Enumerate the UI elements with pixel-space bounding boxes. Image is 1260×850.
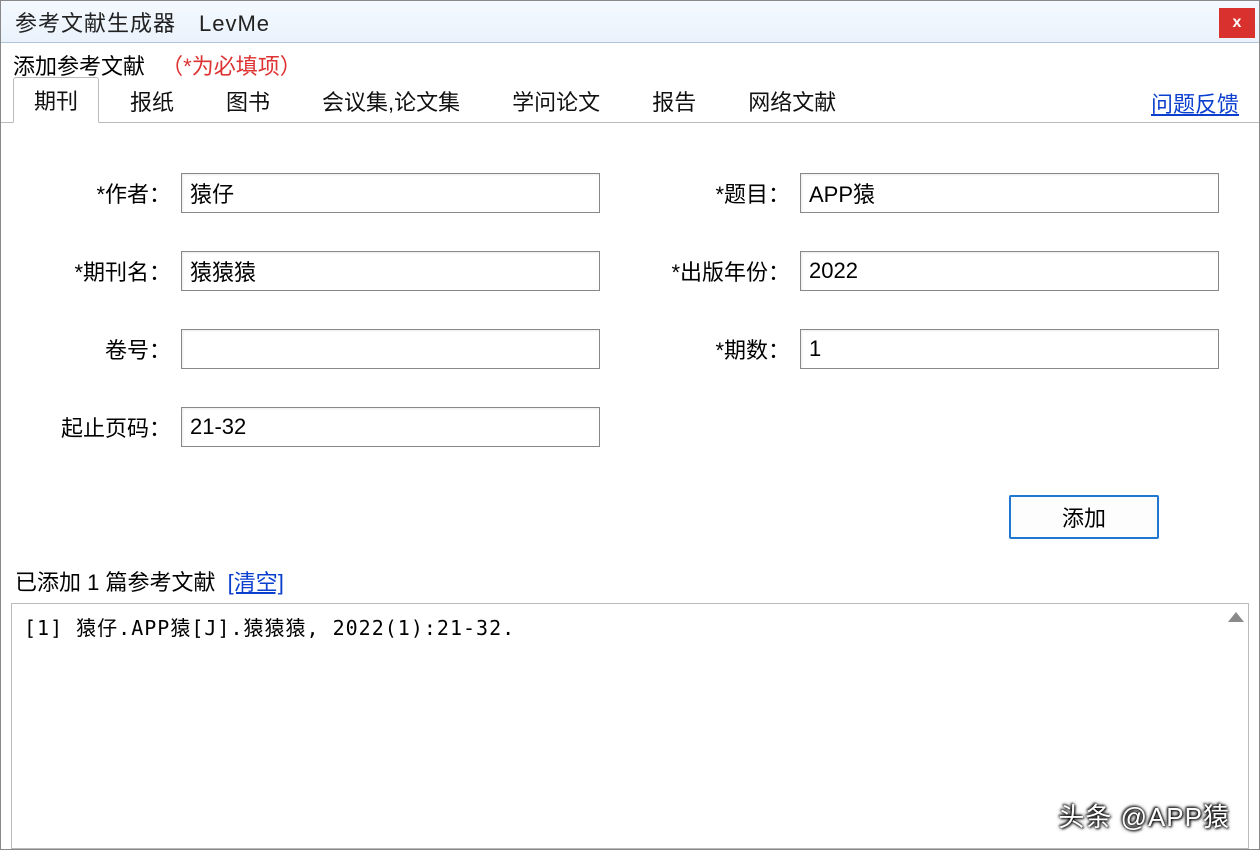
section-title: 添加参考文献 bbox=[13, 54, 145, 79]
clear-link[interactable]: [清空] bbox=[228, 570, 284, 595]
output-area[interactable]: [1] 猿仔.APP猿[J].猿猿猿, 2022(1):21-32. 头条 @A… bbox=[11, 603, 1249, 849]
journal-input[interactable] bbox=[181, 251, 600, 291]
tab-book[interactable]: 图书 bbox=[205, 78, 291, 123]
add-row: 添加 bbox=[41, 495, 1219, 539]
app-window: 参考文献生成器 LevMe x 添加参考文献 （*为必填项） 期刊 报纸 图书 … bbox=[0, 0, 1260, 850]
tab-web[interactable]: 网络文献 bbox=[727, 78, 857, 123]
pages-input[interactable] bbox=[181, 407, 600, 447]
field-year: *出版年份： bbox=[660, 251, 1219, 291]
tab-proceedings[interactable]: 会议集,论文集 bbox=[301, 78, 481, 123]
tabs: 期刊 报纸 图书 会议集,论文集 学问论文 报告 网络文献 问题反馈 bbox=[1, 83, 1259, 123]
field-author: *作者： bbox=[41, 173, 600, 213]
window-title: 参考文献生成器 LevMe bbox=[15, 6, 270, 38]
added-count: 1 bbox=[87, 570, 99, 595]
field-pages: 起止页码： bbox=[41, 407, 600, 447]
author-label: *作者： bbox=[41, 177, 171, 209]
field-volume: 卷号： bbox=[41, 329, 600, 369]
issue-label: *期数： bbox=[660, 333, 790, 365]
watermark: 头条 @APP猿 bbox=[1058, 797, 1230, 834]
author-input[interactable] bbox=[181, 173, 600, 213]
titlebar: 参考文献生成器 LevMe x bbox=[1, 1, 1259, 43]
volume-label: 卷号： bbox=[41, 333, 171, 365]
journal-label: *期刊名： bbox=[41, 255, 171, 287]
output-text: [1] 猿仔.APP猿[J].猿猿猿, 2022(1):21-32. bbox=[12, 604, 1248, 649]
tab-newspaper[interactable]: 报纸 bbox=[109, 78, 195, 123]
added-suffix: 篇参考文献 bbox=[106, 570, 216, 595]
tab-journal[interactable]: 期刊 bbox=[13, 77, 99, 123]
pages-label: 起止页码： bbox=[41, 411, 171, 443]
added-prefix: 已添加 bbox=[15, 570, 81, 595]
tab-thesis[interactable]: 学问论文 bbox=[491, 78, 621, 123]
close-button[interactable]: x bbox=[1219, 8, 1255, 38]
issue-input[interactable] bbox=[800, 329, 1219, 369]
volume-input[interactable] bbox=[181, 329, 600, 369]
field-issue: *期数： bbox=[660, 329, 1219, 369]
added-summary: 已添加 1 篇参考文献 [清空] bbox=[1, 559, 1259, 601]
close-icon: x bbox=[1233, 14, 1242, 32]
title-label: *题目： bbox=[660, 177, 790, 209]
scroll-up-icon[interactable] bbox=[1228, 612, 1244, 622]
tab-report[interactable]: 报告 bbox=[631, 78, 717, 123]
section-header: 添加参考文献 （*为必填项） bbox=[1, 43, 1259, 83]
title-input[interactable] bbox=[800, 173, 1219, 213]
field-title: *题目： bbox=[660, 173, 1219, 213]
year-input[interactable] bbox=[800, 251, 1219, 291]
form-panel: *作者： *题目： *期刊名： *出版年份： 卷号： *期数： 起止页码： bbox=[1, 123, 1259, 559]
add-button[interactable]: 添加 bbox=[1009, 495, 1159, 539]
required-hint: （*为必填项） bbox=[161, 54, 302, 79]
year-label: *出版年份： bbox=[660, 255, 790, 287]
field-journal: *期刊名： bbox=[41, 251, 600, 291]
spacer bbox=[660, 407, 1219, 447]
feedback-link[interactable]: 问题反馈 bbox=[1151, 87, 1239, 119]
